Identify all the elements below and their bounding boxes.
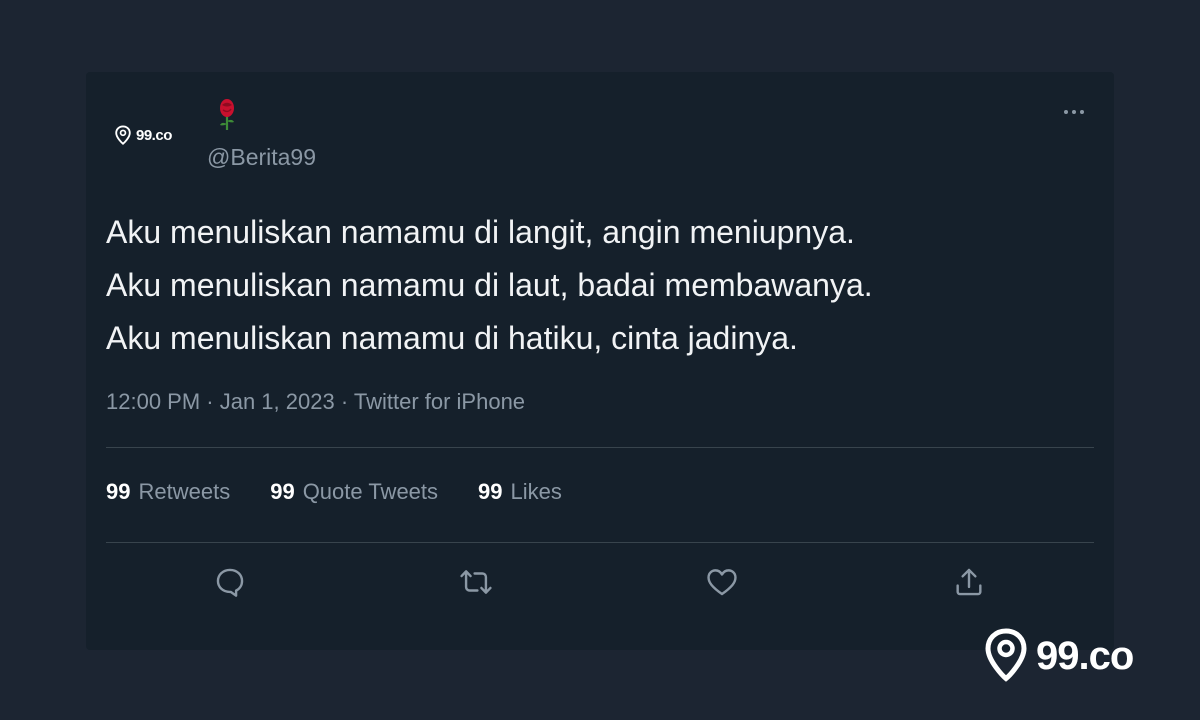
- tweet-text: Aku menuliskan namamu di langit, angin m…: [106, 206, 1096, 365]
- rose-icon: [220, 99, 234, 130]
- more-options-button[interactable]: [1054, 100, 1094, 124]
- likes-label: Likes: [510, 479, 562, 504]
- share-icon: [956, 568, 982, 596]
- likes-stat[interactable]: 99 Likes: [478, 479, 562, 505]
- retweet-button[interactable]: [456, 562, 496, 602]
- heart-icon: [707, 569, 737, 596]
- more-horizontal-icon: [1064, 110, 1068, 114]
- divider: [106, 542, 1094, 543]
- share-button[interactable]: [949, 562, 989, 602]
- quote-tweets-stat[interactable]: 99 Quote Tweets: [270, 479, 438, 505]
- quote-tweets-count: 99: [270, 479, 295, 504]
- tweet-line: Aku menuliskan namamu di hatiku, cinta j…: [106, 320, 798, 356]
- reply-button[interactable]: [210, 562, 250, 602]
- watermark-brand: 99.co: [1036, 633, 1134, 678]
- retweets-stat[interactable]: 99 Retweets: [106, 479, 230, 505]
- more-horizontal-icon: [1072, 110, 1076, 114]
- location-pin-icon: [115, 125, 131, 145]
- retweets-label: Retweets: [138, 479, 231, 504]
- avatar-brand: 99.co: [136, 126, 172, 144]
- more-horizontal-icon: [1080, 110, 1084, 114]
- retweet-icon: [460, 570, 492, 594]
- reply-icon: [216, 568, 244, 597]
- tweet-stats: 99 Retweets 99 Quote Tweets 99 Likes: [106, 479, 562, 505]
- location-pin-icon: [985, 628, 1027, 682]
- user-handle[interactable]: @Berita99: [207, 144, 316, 171]
- retweets-count: 99: [106, 479, 131, 504]
- divider: [106, 447, 1094, 448]
- tweet-timestamp[interactable]: 12:00 PM · Jan 1, 2023 · Twitter for iPh…: [106, 389, 525, 415]
- tweet-card: 99.co @Berita99 Aku menuliskan namamu di…: [86, 72, 1114, 650]
- quote-tweets-label: Quote Tweets: [302, 479, 439, 504]
- brand-watermark: 99.co: [984, 624, 1154, 688]
- likes-count: 99: [478, 479, 503, 504]
- tweet-line: Aku menuliskan namamu di langit, angin m…: [106, 214, 855, 250]
- tweet-line: Aku menuliskan namamu di laut, badai mem…: [106, 267, 873, 303]
- avatar[interactable]: 99.co: [114, 120, 184, 150]
- like-button[interactable]: [702, 562, 742, 602]
- tweet-actions: [86, 562, 1114, 612]
